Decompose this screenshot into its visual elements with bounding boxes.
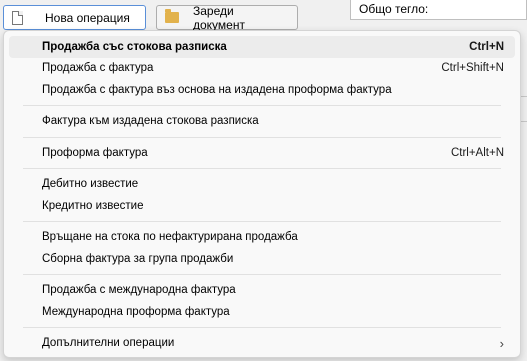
chevron-right-icon: › (499, 335, 504, 351)
menu-separator (23, 327, 501, 328)
menu-item-collective-invoice[interactable]: Сборна фактура за група продажби (9, 248, 515, 270)
menu-item-label: Допълнителни операции (42, 337, 175, 350)
menu-item-label: Продажба с международна фактура (42, 284, 236, 297)
menu-item-label: Продажба с фактура (42, 62, 154, 75)
load-document-button[interactable]: Зареди документ (156, 3, 298, 32)
menu-item-sale-from-proforma[interactable]: Продажба с фактура въз основа на издаден… (9, 79, 515, 101)
menu-item-label: Проформа фактура (42, 146, 148, 159)
menu-item-sale-with-invoice[interactable]: Продажба с фактура Ctrl+Shift+N (9, 58, 515, 80)
menu-item-label: Връщане на стока по нефактурирана продаж… (42, 231, 298, 244)
menu-separator (23, 274, 501, 275)
menu-item-label: Продажба с фактура въз основа на издаден… (42, 83, 392, 96)
menu-item-debit-note[interactable]: Дебитно известие (9, 174, 515, 196)
menu-item-label: Кредитно известие (42, 199, 144, 212)
folder-icon (165, 9, 179, 23)
menu-item-international-invoice-sale[interactable]: Продажба с международна фактура (9, 280, 515, 302)
menu-item-proforma-invoice[interactable]: Проформа фактура Ctrl+Alt+N (9, 142, 515, 164)
new-operation-label: Нова операция (45, 10, 130, 25)
menu-item-additional-operations[interactable]: Допълнителни операции › (9, 333, 515, 355)
menu-item-label: Продажба със стокова разписка (42, 40, 227, 53)
new-operation-button[interactable]: Нова операция (3, 5, 146, 30)
total-weight-label: Общо тегло: (359, 2, 429, 16)
menu-item-shortcut: Ctrl+Alt+N (450, 146, 504, 159)
menu-item-sale-with-receipt[interactable]: Продажба със стокова разписка Ctrl+N (9, 36, 515, 58)
menu-item-return-goods[interactable]: Връщане на стока по нефактурирана продаж… (9, 227, 515, 249)
menu-separator (23, 221, 501, 222)
menu-item-shortcut: Ctrl+Shift+N (441, 62, 504, 75)
menu-item-label: Сборна фактура за група продажби (42, 252, 234, 265)
load-document-label: Зареди документ (193, 3, 245, 32)
total-weight-field: Общо тегло: (350, 0, 527, 20)
menu-item-invoice-for-receipt[interactable]: Фактура към издадена стокова разписка (9, 111, 515, 133)
new-operation-menu: Продажба със стокова разписка Ctrl+N Про… (3, 30, 521, 358)
document-icon (12, 10, 23, 25)
menu-item-credit-note[interactable]: Кредитно известие (9, 195, 515, 217)
menu-item-shortcut: Ctrl+N (469, 40, 504, 53)
menu-separator (23, 105, 501, 106)
menu-item-international-proforma[interactable]: Международна проформа фактура (9, 301, 515, 323)
menu-item-label: Международна проформа фактура (42, 305, 230, 318)
menu-item-label: Дебитно известие (42, 178, 139, 191)
menu-separator (23, 168, 501, 169)
menu-item-label: Фактура към издадена стокова разписка (42, 115, 259, 128)
menu-separator (23, 136, 501, 138)
